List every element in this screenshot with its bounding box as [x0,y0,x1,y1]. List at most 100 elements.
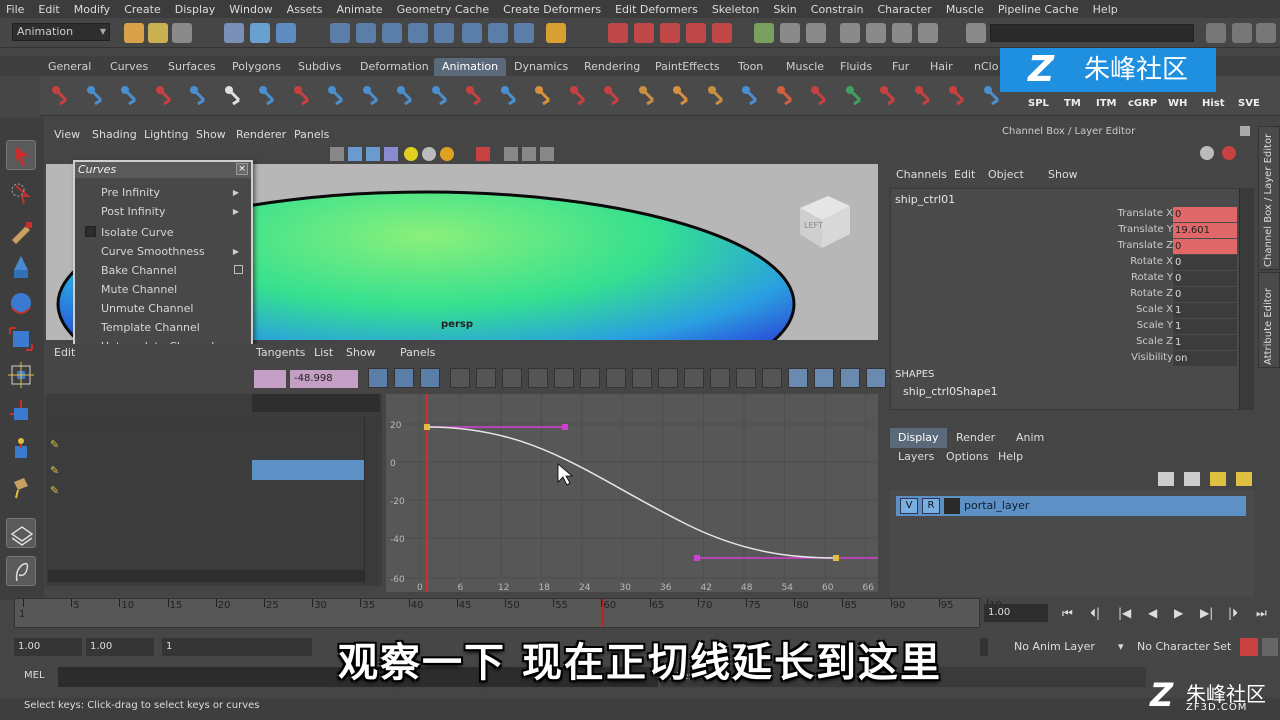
layer-visibility-toggle[interactable]: V [900,498,918,514]
shelf-tool-icon[interactable] [704,82,728,108]
graph-menu-tangents[interactable]: Tangents [256,346,305,359]
layer-tab-anim[interactable]: Anim [1008,428,1052,448]
view-cube[interactable]: LEFT [794,192,854,252]
layer-name[interactable]: portal_layer [964,499,1029,512]
new-layer-selected-icon[interactable] [1184,472,1200,486]
attr-label-translate-x[interactable]: Translate X [1083,208,1173,219]
graph-menu-list[interactable]: List [314,346,333,359]
attr-value-scale-y[interactable]: 1 [1173,319,1237,334]
render-settings-icon[interactable] [660,23,680,43]
curves-menu-template-channel[interactable]: Template Channel [75,319,251,335]
shelf-tool-icon[interactable] [117,82,141,108]
shelf-tab-toon[interactable]: Toon [730,58,771,76]
shelf-tool-icon[interactable] [221,82,245,108]
go-to-end-icon[interactable]: ⏭ [1256,606,1267,621]
attr-label-scale-z[interactable]: Scale Z [1083,336,1173,347]
graph-tool-icon[interactable] [394,368,414,388]
shelf-tool-icon[interactable] [324,82,348,108]
viewport-menu-show[interactable]: Show [196,128,226,141]
curves-menu-pre-infinity[interactable]: Pre Infinity ▶ [75,184,251,200]
menu-pipeline-cache[interactable]: Pipeline Cache [992,3,1087,16]
menu-skin[interactable]: Skin [767,3,804,16]
shelf-tool-icon[interactable] [773,82,797,108]
attribute-editor-side-tab[interactable]: Attribute Editor [1258,272,1280,368]
step-forward-frame-icon[interactable]: |⏵ [1228,606,1238,621]
current-time-indicator[interactable] [602,599,604,627]
layout-single-pane-icon[interactable] [6,518,36,548]
shadows-icon[interactable] [422,147,436,161]
outliner-filter-field[interactable] [252,394,380,412]
layout-graph-icon[interactable] [6,556,36,586]
graph-tool-icon[interactable] [528,368,548,388]
lights-icon[interactable] [404,147,418,161]
viewport-menu-renderer[interactable]: Renderer [236,128,286,141]
shelf-label-cgrp[interactable]: cGRP [1128,98,1157,109]
panel-layout-icon[interactable] [1206,23,1226,43]
graph-editor-view[interactable]: 20 0 -20 -40 -60 0 6 12 18 24 30 36 42 48 54 60 66 [386,394,878,592]
menu-create[interactable]: Create [118,3,169,16]
shelf-tool-icon[interactable] [738,82,762,108]
option-box-icon[interactable] [234,265,243,274]
play-forwards-icon[interactable]: ▶ [1174,606,1183,620]
attr-label-translate-z[interactable]: Translate Z [1083,240,1173,251]
graph-tool-icon[interactable] [632,368,652,388]
shelf-tool-icon[interactable] [428,82,452,108]
float-panel-icon[interactable] [1240,126,1250,136]
attr-value-scale-x[interactable]: 1 [1173,303,1237,318]
menu-help[interactable]: Help [1087,3,1126,16]
attr-label-rotate-y[interactable]: Rotate Y [1083,272,1173,283]
attr-value-translate-z[interactable]: 0 [1173,239,1237,254]
graph-menu-panels[interactable]: Panels [400,346,435,359]
shelf-tool-icon[interactable] [48,82,72,108]
menu-window[interactable]: Window [223,3,280,16]
viewport-menu-shading[interactable]: Shading [92,128,137,141]
layer-row[interactable]: V R portal_layer [896,496,1246,516]
attr-value-translate-y[interactable]: 19.601 [1173,223,1237,238]
channel-menu-channels[interactable]: Channels [896,168,947,181]
snap-point-icon[interactable] [382,23,402,43]
graph-tool-icon[interactable] [476,368,496,388]
shape-name[interactable]: ship_ctrl0Shape1 [903,385,998,398]
xray-joints-icon[interactable] [522,147,536,161]
wire-on-shaded-icon[interactable] [366,147,380,161]
hypershade-icon[interactable] [686,23,706,43]
wireframe-icon[interactable] [330,147,344,161]
shelf-tab-curves[interactable]: Curves [102,58,156,76]
channel-menu-object[interactable]: Object [988,168,1024,181]
shelf-tool-icon[interactable] [255,82,279,108]
shelf-tool-icon[interactable] [290,82,314,108]
shelf-tab-deformation[interactable]: Deformation [352,58,437,76]
shelf-label-wh[interactable]: WH [1168,98,1187,109]
shelf-tool-icon[interactable] [600,82,624,108]
select-object-icon[interactable] [250,23,270,43]
soft-mod-tool-icon[interactable] [6,398,36,428]
go-to-start-icon[interactable]: ⏮ [1062,606,1073,621]
scale-tool-icon[interactable] [6,324,36,354]
outliner-toggle-icon[interactable] [866,23,886,43]
shelf-tab-animation[interactable]: Animation [434,58,507,76]
layer-tab-display[interactable]: Display [890,428,947,448]
move-layer-down-icon[interactable] [1236,472,1252,486]
graph-menu-show[interactable]: Show [346,346,376,359]
attr-value-translate-x[interactable]: 0 [1173,207,1237,222]
graph-tool-icon[interactable] [788,368,808,388]
show-manipulator-icon[interactable] [6,434,36,464]
shelf-tab-dynamics[interactable]: Dynamics [506,58,576,76]
shelf-tool-icon[interactable] [842,82,866,108]
graph-tool-icon[interactable] [736,368,756,388]
ipr-render-icon[interactable] [634,23,654,43]
menu-edit-deformers[interactable]: Edit Deformers [609,3,706,16]
snap-view-plane-icon[interactable] [408,23,428,43]
shelf-tab-polygons[interactable]: Polygons [224,58,289,76]
time-slider[interactable]: 1510152025303540455055606570758085909510 [14,598,1002,628]
shelf-label-spl[interactable]: SPL [1028,98,1049,109]
shelf-tool-icon[interactable] [393,82,417,108]
tool-settings-icon[interactable] [840,23,860,43]
ao-icon[interactable] [440,147,454,161]
lock-icon[interactable] [546,23,566,43]
layer-color-swatch[interactable] [944,498,960,514]
menu-display[interactable]: Display [169,3,224,16]
selected-channel-row[interactable] [252,460,364,480]
viewport-menu-panels[interactable]: Panels [294,128,329,141]
shelf-tab-hair[interactable]: Hair [922,58,961,76]
